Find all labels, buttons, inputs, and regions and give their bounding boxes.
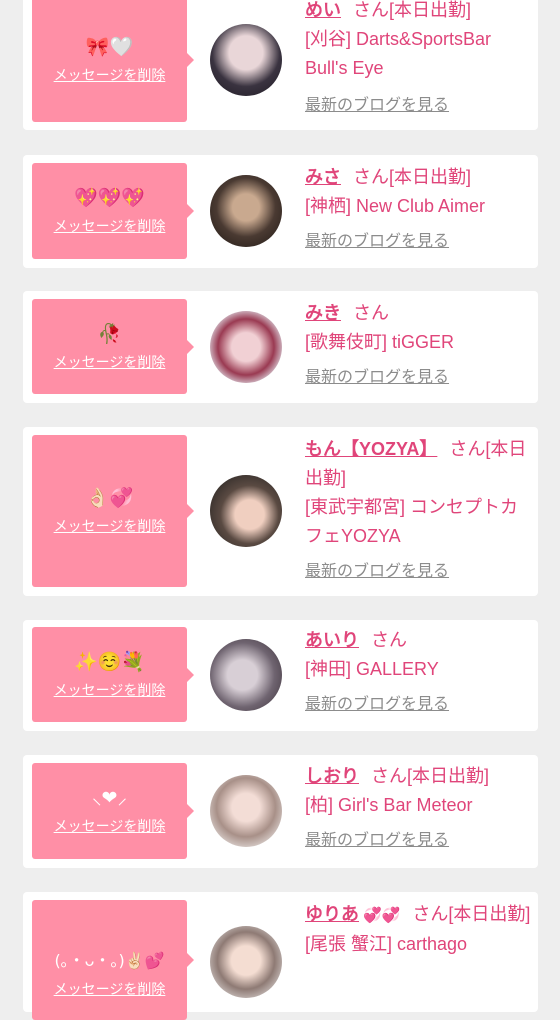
message-card: (｡・ᴗ・｡)✌🏻💕 メッセージを削除 ゆりあ 💞💞 さん[本日出勤] [尾張 蟹江… xyxy=(23,892,538,1020)
delete-message-link[interactable]: メッセージを削除 xyxy=(54,352,166,372)
heart-icon: 💞💞 xyxy=(363,907,401,924)
cast-info: みさ さん[本日出勤] [神栖] New Club Aimer 最新のブログを見る xyxy=(305,163,533,256)
shop-name: [尾張 蟹江] carthago xyxy=(305,934,468,954)
message-bubble: 👌🏻💞 メッセージを削除 xyxy=(32,435,194,587)
delete-message-link[interactable]: メッセージを削除 xyxy=(54,680,166,700)
message-emoji: 🎀🤍 xyxy=(85,35,134,58)
cast-info: もん【YOZYA】 さん[本日出勤] [東武宇都宮] コンセプトカフェYOZYA … xyxy=(305,435,533,586)
cast-name-link[interactable]: めい xyxy=(305,0,341,20)
delete-message-link[interactable]: メッセージを削除 xyxy=(54,65,166,85)
latest-blog-link[interactable]: 最新のブログを見る xyxy=(305,826,533,855)
honorific: さん xyxy=(371,630,407,650)
honorific: さん xyxy=(353,303,389,323)
cast-name-link[interactable]: もん【YOZYA】 xyxy=(305,439,437,459)
latest-blog-link[interactable]: 最新のブログを見る xyxy=(305,690,533,719)
cast-name-link[interactable]: みさ xyxy=(305,167,341,187)
honorific: さん xyxy=(449,439,486,459)
avatar[interactable] xyxy=(210,926,282,998)
cast-info: ゆりあ 💞💞 さん[本日出勤] [尾張 蟹江] carthago xyxy=(305,900,533,959)
message-emoji: ⸜❤︎⸝ xyxy=(92,787,127,809)
message-card: 🎀🤍 メッセージを削除 めい さん[本日出勤] [刈谷] Darts&Sports… xyxy=(23,0,538,130)
delete-message-link[interactable]: メッセージを削除 xyxy=(54,979,166,999)
honorific: さん xyxy=(353,167,389,187)
cast-name-link[interactable]: あいり xyxy=(305,630,359,650)
status-label: [本日出勤] xyxy=(407,766,490,786)
message-card: 🥀 メッセージを削除 みき さん [歌舞伎町] tiGGER 最新のブログを見る xyxy=(23,291,538,403)
cast-info: めい さん[本日出勤] [刈谷] Darts&SportsBar Bull's E… xyxy=(305,0,533,120)
shop-name: [刈谷] Darts&SportsBar Bull's Eye xyxy=(305,29,492,78)
message-bubble: 🎀🤍 メッセージを削除 xyxy=(32,0,194,122)
message-emoji: (｡・ᴗ・｡)✌🏻💕 xyxy=(54,951,165,970)
avatar[interactable] xyxy=(210,24,282,96)
message-emoji: 🥀 xyxy=(97,322,122,345)
latest-blog-link[interactable]: 最新のブログを見る xyxy=(305,91,533,120)
avatar[interactable] xyxy=(210,311,282,383)
avatar[interactable] xyxy=(210,475,282,547)
message-bubble: 🥀 メッセージを削除 xyxy=(32,299,194,394)
latest-blog-link[interactable]: 最新のブログを見る xyxy=(305,363,533,392)
status-label: [本日出勤] xyxy=(389,0,472,20)
avatar[interactable] xyxy=(210,775,282,847)
delete-message-link[interactable]: メッセージを削除 xyxy=(54,516,166,536)
message-bubble: (｡・ᴗ・｡)✌🏻💕 メッセージを削除 xyxy=(32,900,194,1020)
shop-name: [神田] GALLERY xyxy=(305,659,439,679)
cast-name-link[interactable]: みき xyxy=(305,303,341,323)
latest-blog-link[interactable]: 最新のブログを見る xyxy=(305,227,533,256)
honorific: さん xyxy=(353,0,389,20)
message-emoji: 👌🏻💞 xyxy=(85,487,134,509)
avatar[interactable] xyxy=(210,639,282,711)
delete-message-link[interactable]: メッセージを削除 xyxy=(54,216,166,236)
message-card: ⸜❤︎⸝ メッセージを削除 しおり さん[本日出勤] [柏] Girl's Bar… xyxy=(23,755,538,868)
message-bubble: 💖💖💖 メッセージを削除 xyxy=(32,163,194,259)
message-card: 👌🏻💞 メッセージを削除 もん【YOZYA】 さん[本日出勤] [東武宇都宮] コ… xyxy=(23,427,538,596)
honorific: さん xyxy=(412,904,449,924)
shop-name: [東武宇都宮] コンセプトカフェYOZYA xyxy=(305,497,519,546)
avatar[interactable] xyxy=(210,175,282,247)
cast-name-link[interactable]: しおり xyxy=(305,766,359,786)
shop-name: [歌舞伎町] tiGGER xyxy=(305,332,455,352)
shop-name: [柏] Girl's Bar Meteor xyxy=(305,795,473,815)
cast-info: あいり さん [神田] GALLERY 最新のブログを見る xyxy=(305,626,533,719)
message-card: ✨☺️💐 メッセージを削除 あいり さん [神田] GALLERY 最新のブログを… xyxy=(23,620,538,731)
shop-name: [神栖] New Club Aimer xyxy=(305,196,486,216)
status-label: [本日出勤] xyxy=(389,167,472,187)
message-emoji: ✨☺️💐 xyxy=(74,650,145,673)
cast-name-link[interactable]: ゆりあ xyxy=(305,904,359,924)
cast-info: しおり さん[本日出勤] [柏] Girl's Bar Meteor 最新のブログ… xyxy=(305,762,533,855)
message-emoji: 💖💖💖 xyxy=(74,187,145,209)
latest-blog-link[interactable]: 最新のブログを見る xyxy=(305,557,533,586)
cast-info: みき さん [歌舞伎町] tiGGER 最新のブログを見る xyxy=(305,299,533,392)
honorific: さん xyxy=(371,766,407,786)
message-card: 💖💖💖 メッセージを削除 みさ さん[本日出勤] [神栖] New Club Ai… xyxy=(23,155,538,268)
message-bubble: ⸜❤︎⸝ メッセージを削除 xyxy=(32,763,194,859)
status-label: [本日出勤] xyxy=(448,904,531,924)
delete-message-link[interactable]: メッセージを削除 xyxy=(54,816,166,836)
message-bubble: ✨☺️💐 メッセージを削除 xyxy=(32,627,194,722)
